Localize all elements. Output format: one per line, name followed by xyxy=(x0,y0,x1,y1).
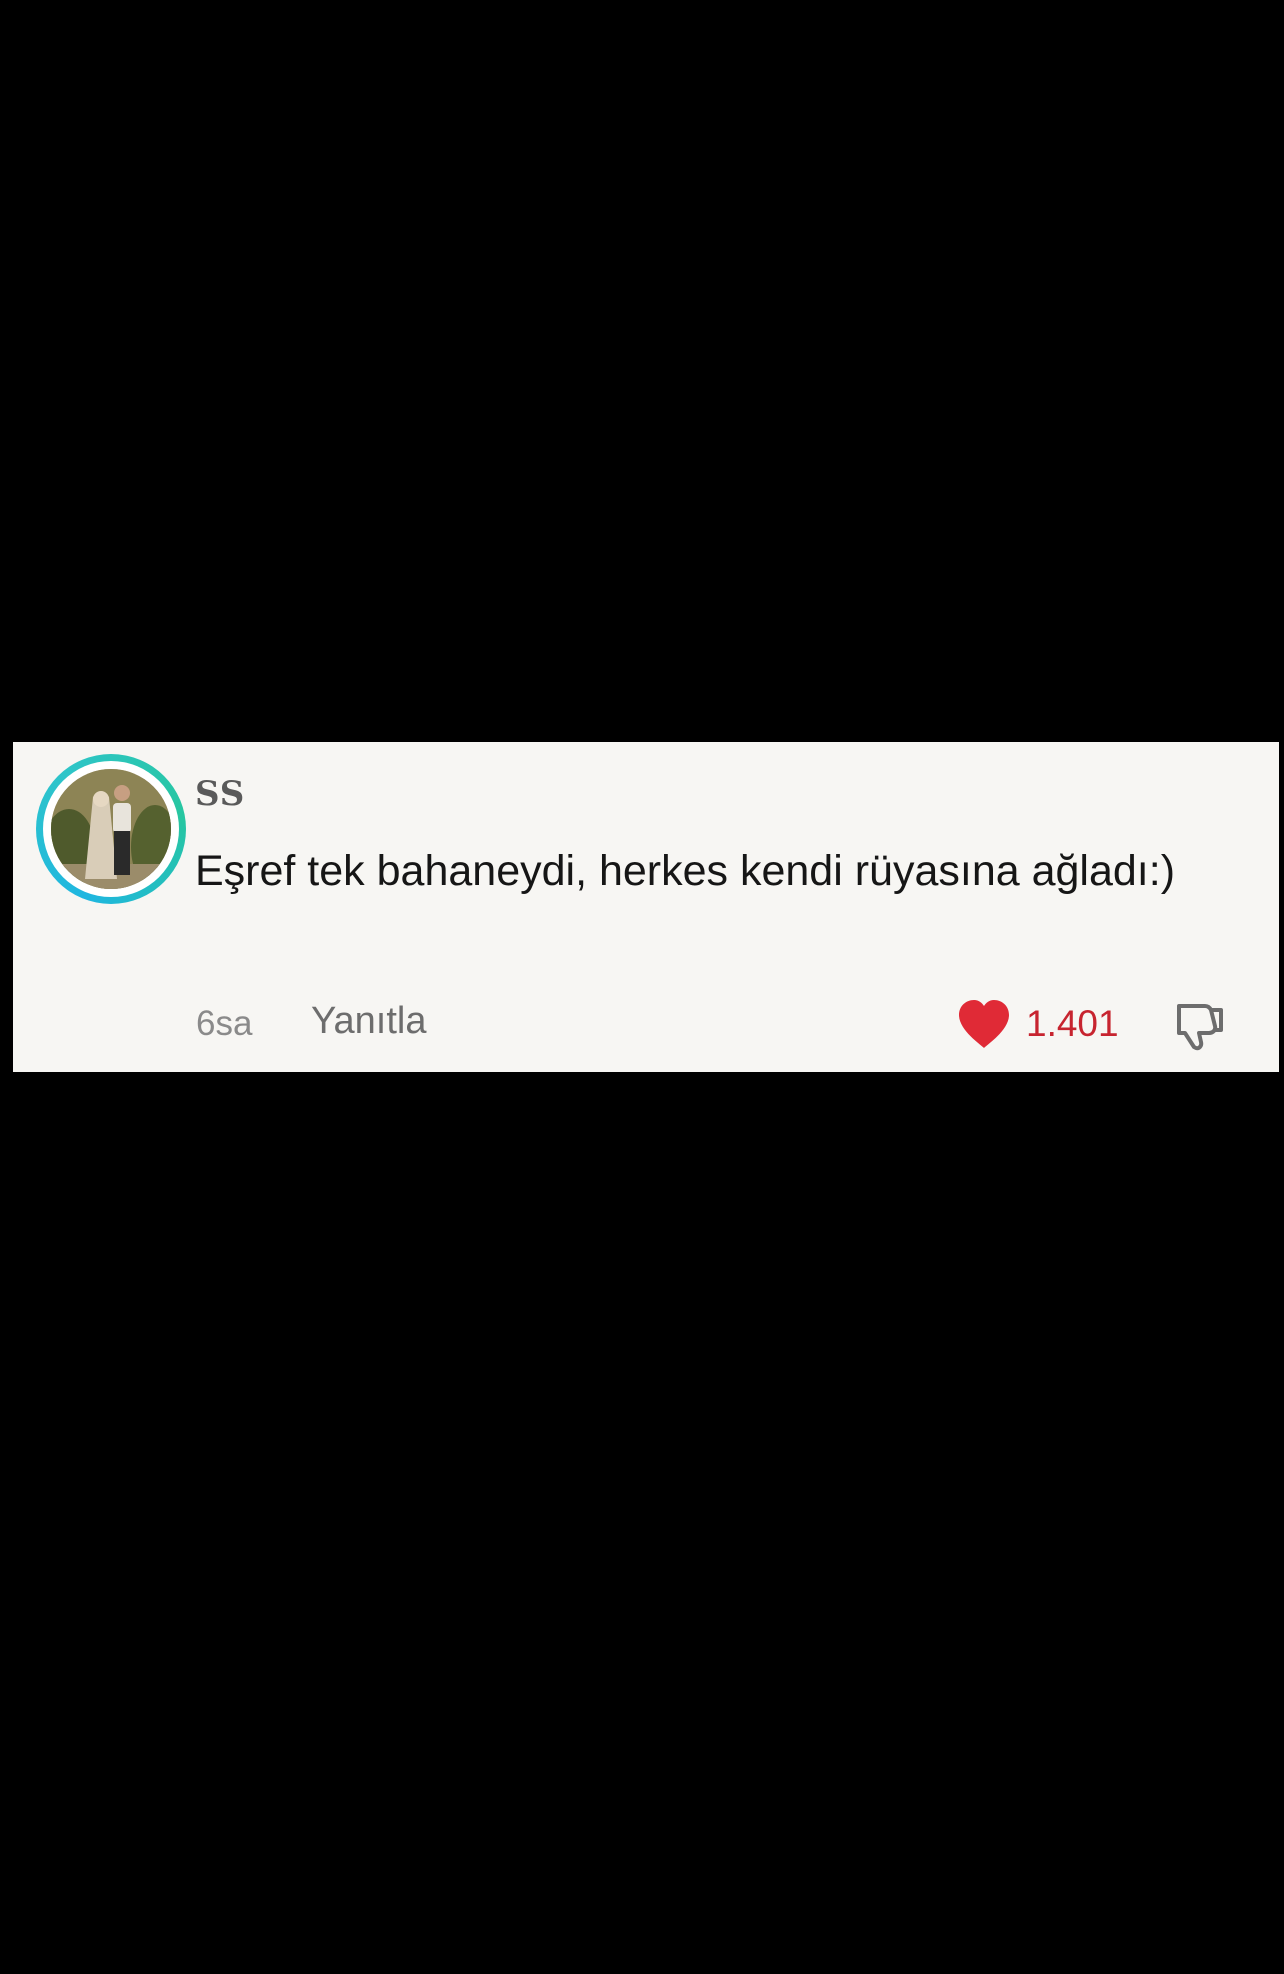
heart-icon xyxy=(959,1000,1009,1048)
thumbs-down-icon xyxy=(1177,1004,1223,1051)
avatar-photo xyxy=(51,769,171,889)
comment-username[interactable]: SS xyxy=(195,774,245,814)
dislike-button[interactable] xyxy=(1171,996,1229,1054)
comment-timestamp: 6sa xyxy=(196,1004,253,1043)
comment-text: Eşref tek bahaneydi, herkes kendi rüyası… xyxy=(195,847,1176,895)
avatar[interactable] xyxy=(51,769,171,889)
like-count: 1.401 xyxy=(1026,1003,1119,1044)
reply-button[interactable]: Yanıtla xyxy=(311,1000,426,1043)
avatar-story-ring[interactable] xyxy=(36,754,186,904)
page: SS Eşref tek bahaneydi, herkes kendi rüy… xyxy=(0,0,1284,1974)
like-button[interactable]: 1.401 xyxy=(956,994,1119,1054)
avatar-border xyxy=(43,761,179,897)
comment-card: SS Eşref tek bahaneydi, herkes kendi rüy… xyxy=(13,742,1279,1072)
